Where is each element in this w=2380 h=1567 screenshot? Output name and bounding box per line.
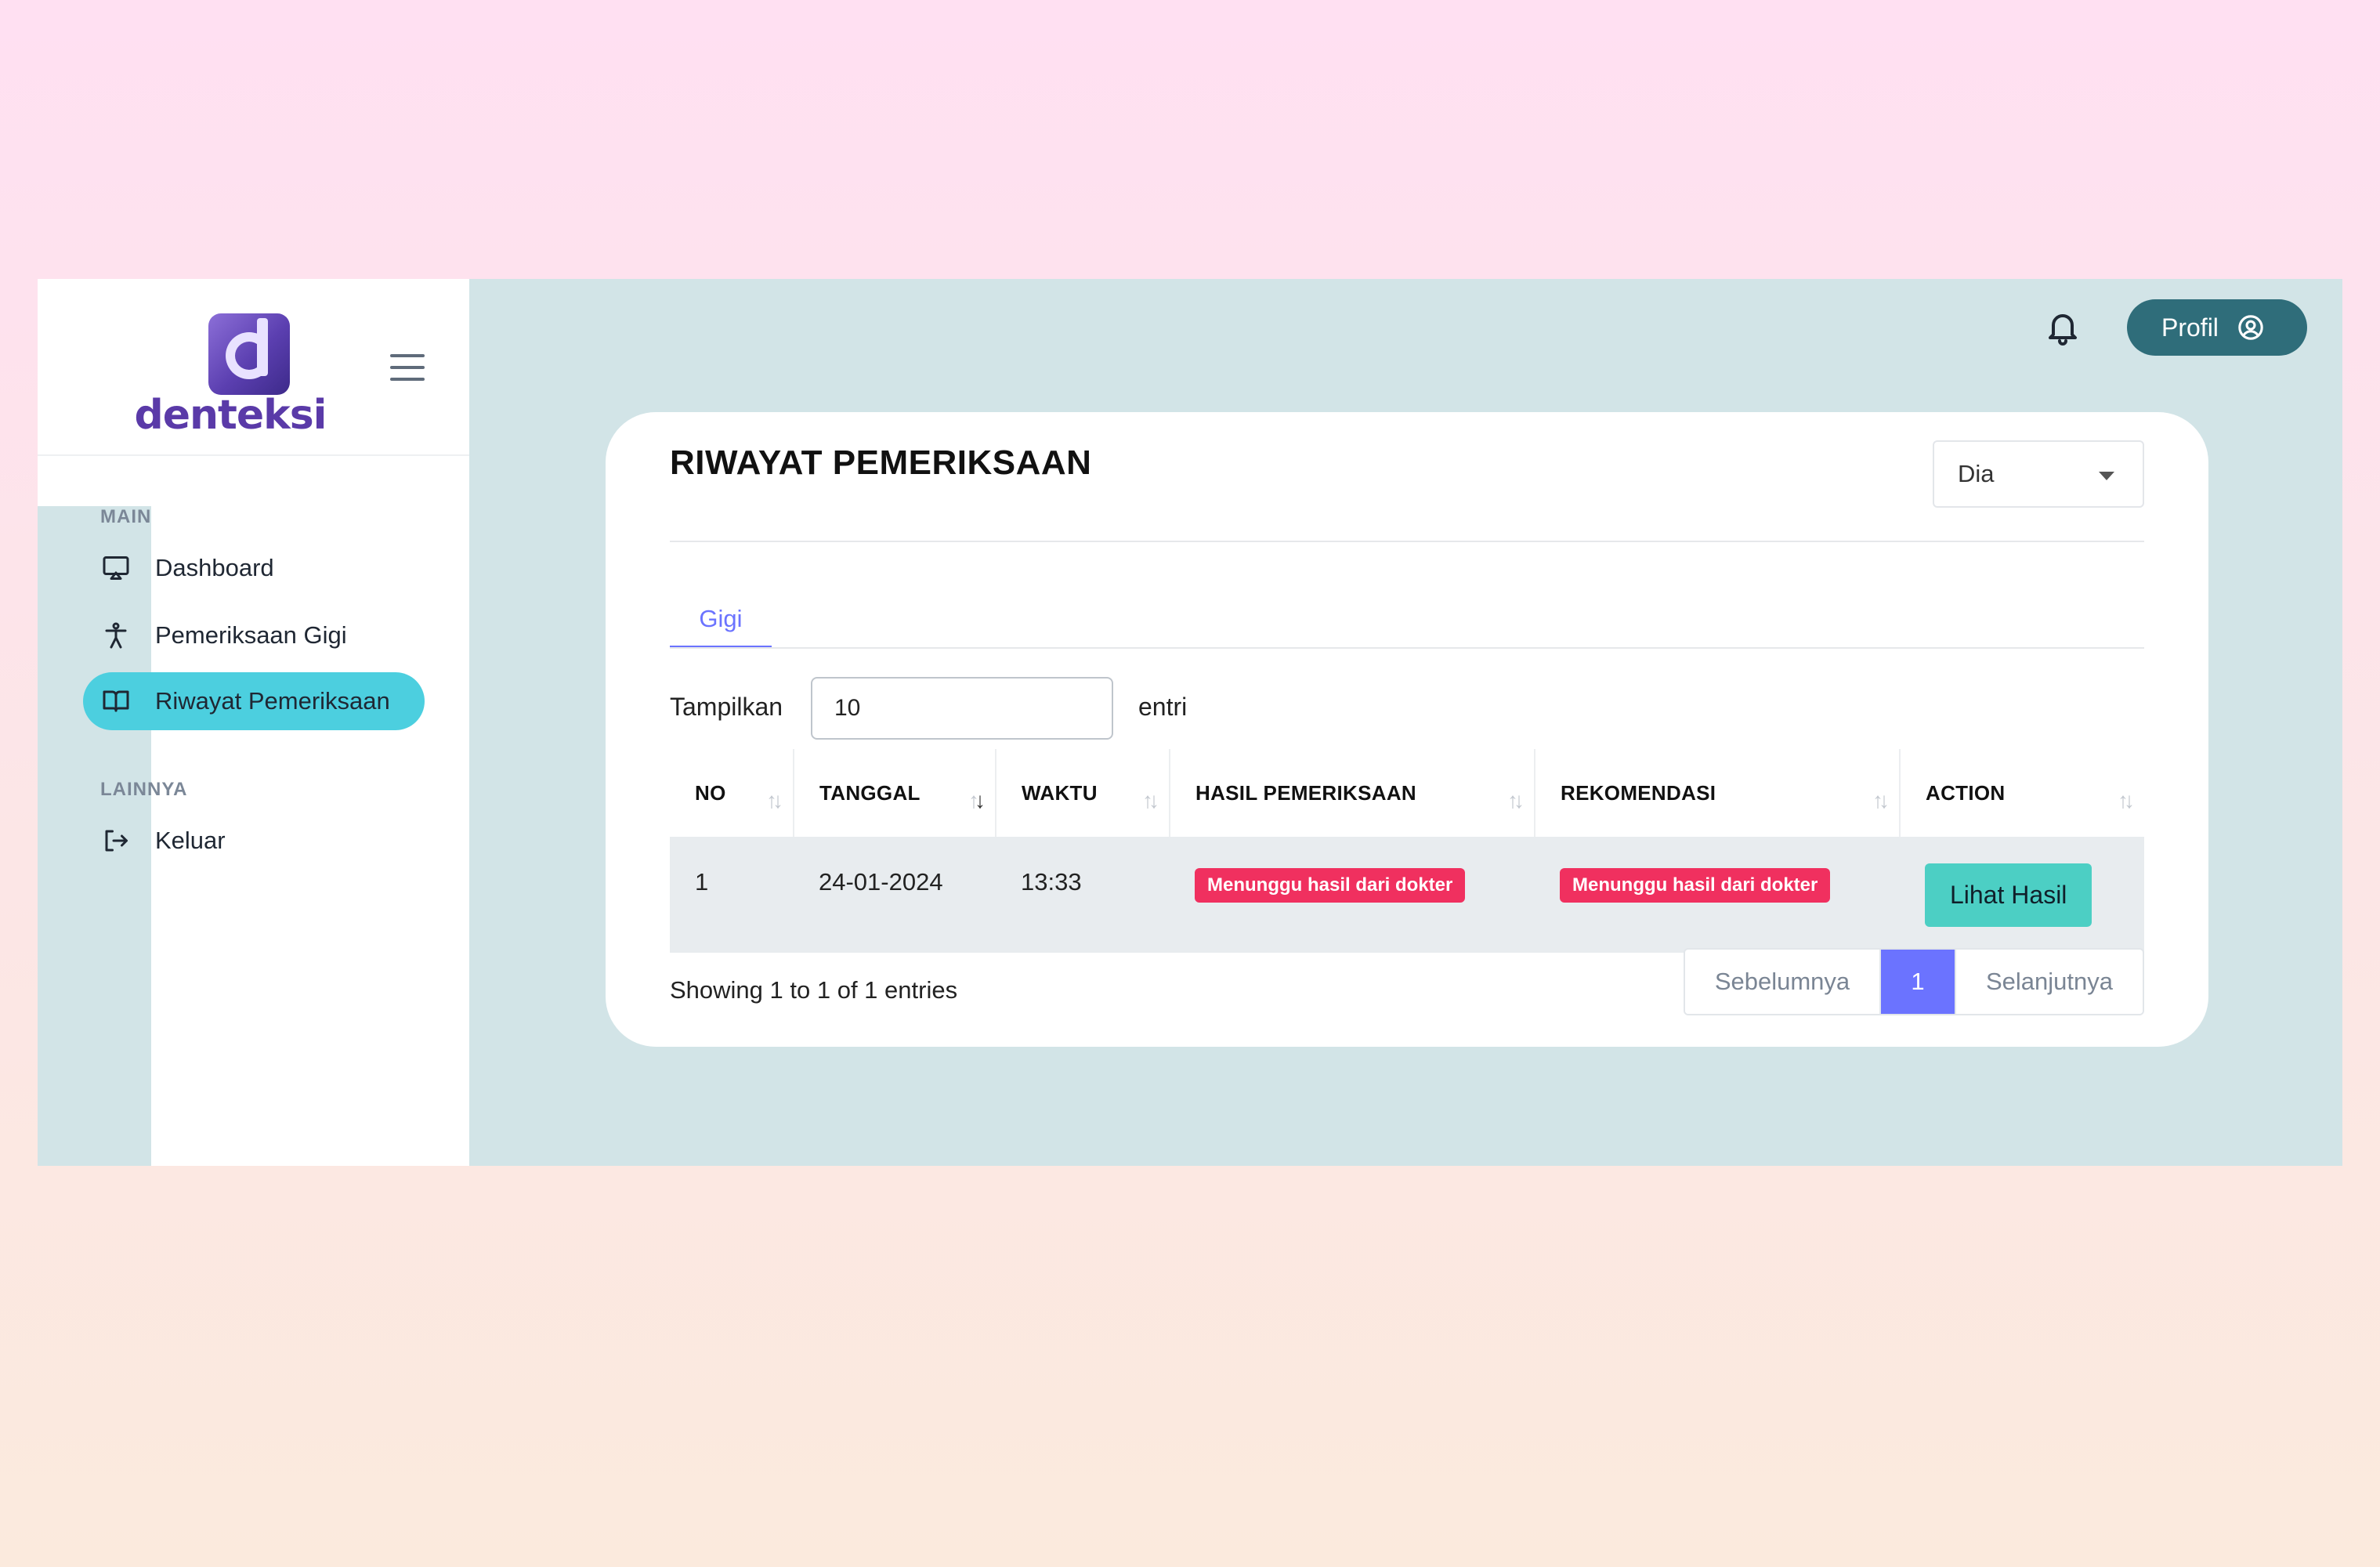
sidebar-item-label: Dashboard (155, 554, 274, 581)
pagination-page-1[interactable]: 1 (1881, 950, 1955, 1014)
user-circle-icon (2237, 314, 2264, 341)
status-badge: Menunggu hasil dari dokter (1195, 868, 1466, 903)
sidebar: denteksi MAIN Dashboard Pemeriksaan Gigi (38, 279, 469, 1166)
sidebar-item-riwayat-pemeriksaan[interactable]: Riwayat Pemeriksaan (83, 672, 425, 730)
person-icon (100, 620, 132, 651)
status-badge: Menunggu hasil dari dokter (1560, 868, 1831, 903)
profile-button[interactable]: Profil (2127, 299, 2307, 356)
logo[interactable]: denteksi (128, 313, 348, 447)
patient-select[interactable]: Dia (1933, 440, 2144, 508)
logout-icon (100, 825, 132, 856)
riwayat-card: RIWAYAT PEMERIKSAAN Dia Gigi Tampilkan e… (606, 412, 2208, 1047)
column-header-tanggal[interactable]: TANGGAL ↑↓ (794, 749, 996, 837)
sort-icon: ↑↓ (766, 788, 783, 812)
column-header-rekomendasi[interactable]: REKOMENDASI ↑↓ (1535, 749, 1901, 837)
brand-header: denteksi (38, 279, 469, 456)
sidebar-item-label: Pemeriksaan Gigi (155, 621, 347, 649)
cell-rekomendasi: Menunggu hasil dari dokter (1535, 837, 1900, 953)
book-icon (100, 686, 132, 717)
table-info: Showing 1 to 1 of 1 entries (670, 976, 958, 1004)
column-header-action[interactable]: ACTION ↑↓ (1900, 749, 2144, 837)
sidebar-item-pemeriksaan-gigi[interactable]: Pemeriksaan Gigi (83, 606, 425, 664)
tabs-divider (670, 647, 2144, 649)
column-header-waktu[interactable]: WAKTU ↑↓ (996, 749, 1170, 837)
length-label: Tampilkan (670, 693, 783, 721)
cell-no: 1 (670, 837, 794, 953)
hamburger-menu-icon[interactable] (390, 354, 425, 381)
caret-down-icon (2099, 472, 2114, 480)
cell-tanggal: 24-01-2024 (794, 837, 996, 953)
sidebar-item-label: Riwayat Pemeriksaan (155, 687, 390, 715)
logo-mark-icon (208, 313, 290, 395)
pagination-next-button[interactable]: Selanjutnya (1955, 950, 2143, 1014)
monitor-icon (100, 552, 132, 584)
sort-icon: ↑↓ (1142, 788, 1159, 812)
app-window: denteksi MAIN Dashboard Pemeriksaan Gigi (38, 279, 2342, 1166)
logo-text: denteksi (134, 392, 327, 439)
cell-waktu: 13:33 (996, 837, 1170, 953)
pagination-prev-button[interactable]: Sebelumnya (1685, 950, 1881, 1014)
pagination: Sebelumnya 1 Selanjutnya (1684, 948, 2144, 1015)
sidebar-item-keluar[interactable]: Keluar (83, 812, 425, 870)
sort-desc-icon: ↑↓ (968, 788, 986, 812)
tab-gigi[interactable]: Gigi (670, 583, 772, 649)
menu-section-lainnya: LAINNYA (100, 779, 188, 800)
patient-select-value: Dia (1958, 460, 1995, 487)
lihat-hasil-button[interactable]: Lihat Hasil (1925, 863, 2092, 927)
sort-icon: ↑↓ (1872, 788, 1890, 812)
history-table: NO ↑↓ TANGGAL ↑↓ WAKTU ↑↓ HASIL PEMERIKS… (670, 749, 2144, 953)
divider (670, 541, 2144, 542)
entries-length-input[interactable] (811, 677, 1113, 740)
column-header-hasil-pemeriksaan[interactable]: HASIL PEMERIKSAAN ↑↓ (1170, 749, 1535, 837)
sidebar-item-label: Keluar (155, 827, 226, 854)
table-row: 1 24-01-2024 13:33 Menunggu hasil dari d… (670, 837, 2144, 953)
sidebar-item-dashboard[interactable]: Dashboard (83, 539, 425, 597)
page-title: RIWAYAT PEMERIKSAAN (670, 443, 1092, 482)
cell-action: Lihat Hasil (1900, 837, 2144, 953)
bell-icon[interactable] (2044, 307, 2082, 349)
cell-hasil: Menunggu hasil dari dokter (1170, 837, 1535, 953)
column-header-no[interactable]: NO ↑↓ (670, 749, 794, 837)
sort-icon: ↑↓ (2118, 788, 2135, 812)
length-suffix: entri (1138, 693, 1188, 721)
main-content: Profil RIWAYAT PEMERIKSAAN Dia Gigi Tamp… (469, 279, 2342, 1166)
profile-button-label: Profil (2161, 313, 2219, 342)
table-header-row: NO ↑↓ TANGGAL ↑↓ WAKTU ↑↓ HASIL PEMERIKS… (670, 749, 2144, 837)
sort-icon: ↑↓ (1507, 788, 1525, 812)
